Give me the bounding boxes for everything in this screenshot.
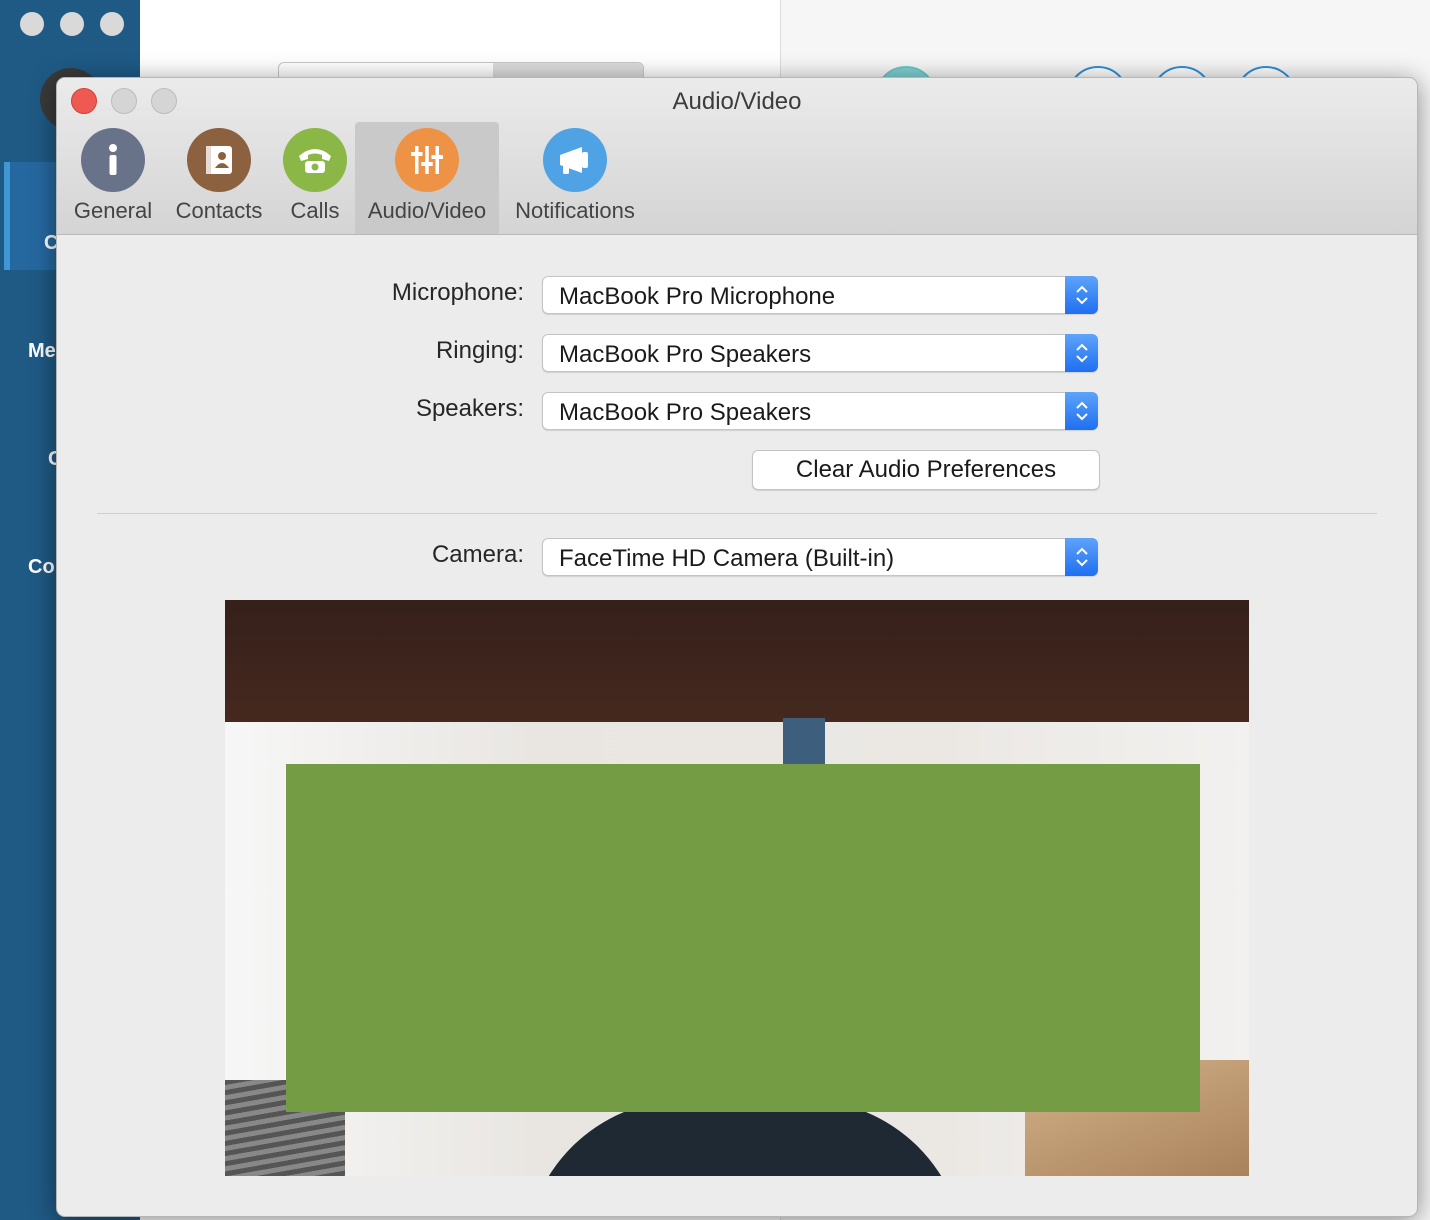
- audio-video-preferences-window: Audio/Video General Contacts Calls Audio…: [56, 77, 1418, 1217]
- background-close-dot: [20, 12, 44, 36]
- camera-popup[interactable]: FaceTime HD Camera (Built-in): [542, 538, 1098, 576]
- info-icon: [81, 128, 145, 192]
- background-nav-item: Co: [28, 556, 55, 578]
- tab-audio-video-label: Audio/Video: [367, 198, 487, 223]
- tab-audio-video[interactable]: Audio/Video: [355, 122, 499, 234]
- ringing-value: MacBook Pro Speakers: [559, 341, 812, 368]
- popup-chevrons-icon: [1065, 334, 1098, 372]
- background-zoom-dot: [100, 12, 124, 36]
- microphone-label: Microphone:: [391, 279, 524, 306]
- popup-chevrons-icon: [1065, 392, 1098, 430]
- background-active-nav-indicator: [4, 162, 10, 270]
- clear-audio-preferences-button[interactable]: Clear Audio Preferences: [752, 450, 1100, 490]
- tab-general[interactable]: General: [69, 122, 157, 234]
- camera-preview-ceiling: [225, 600, 1249, 722]
- tab-calls[interactable]: Calls: [279, 122, 351, 234]
- megaphone-icon: [543, 128, 607, 192]
- tab-contacts-label: Contacts: [175, 198, 263, 223]
- section-divider: [97, 513, 1377, 514]
- background-minimize-dot: [60, 12, 84, 36]
- ringing-popup[interactable]: MacBook Pro Speakers: [542, 334, 1098, 372]
- tab-notifications[interactable]: Notifications: [505, 122, 645, 234]
- popup-chevrons-icon: [1065, 276, 1098, 314]
- speakers-label: Speakers:: [415, 395, 524, 422]
- speakers-popup[interactable]: MacBook Pro Speakers: [542, 392, 1098, 430]
- background-window-controls: [20, 12, 124, 36]
- phone-icon: [283, 128, 347, 192]
- camera-preview: [225, 600, 1249, 1176]
- tab-contacts[interactable]: Contacts: [169, 122, 269, 234]
- address-book-icon: [187, 128, 251, 192]
- background-nav-item: Me: [28, 340, 56, 362]
- tab-calls-label: Calls: [290, 198, 340, 223]
- ringing-label: Ringing:: [435, 337, 524, 364]
- redaction-box: [286, 764, 1200, 1112]
- camera-preview-beam: [783, 718, 825, 768]
- window-title: Audio/Video: [672, 88, 802, 115]
- microphone-popup[interactable]: MacBook Pro Microphone: [542, 276, 1098, 314]
- tab-notifications-label: Notifications: [515, 198, 635, 223]
- preferences-toolbar: Audio/Video General Contacts Calls Audio…: [57, 78, 1417, 235]
- sliders-icon: [395, 128, 459, 192]
- camera-label: Camera:: [431, 541, 524, 568]
- camera-value: FaceTime HD Camera (Built-in): [559, 545, 895, 572]
- popup-chevrons-icon: [1065, 538, 1098, 576]
- microphone-value: MacBook Pro Microphone: [559, 283, 836, 310]
- speakers-value: MacBook Pro Speakers: [559, 399, 812, 426]
- tab-general-label: General: [73, 198, 153, 223]
